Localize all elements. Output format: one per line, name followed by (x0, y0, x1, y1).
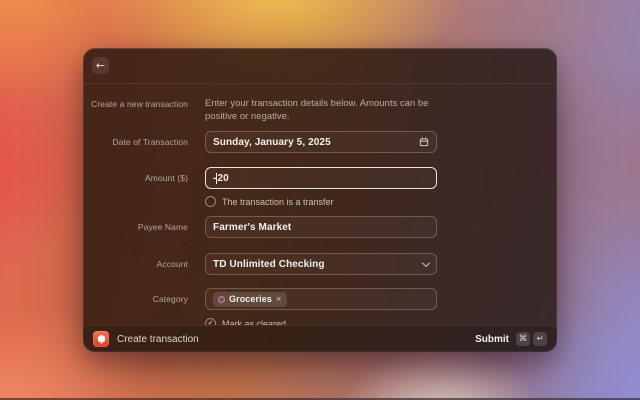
category-color-dot-icon (218, 296, 225, 303)
form-body: Create a new transaction Enter your tran… (83, 84, 557, 325)
amount-label: Amount ($) (83, 173, 188, 183)
chevron-down-icon (422, 258, 430, 266)
transfer-checkbox[interactable] (205, 196, 216, 207)
calendar-icon (419, 137, 429, 147)
category-chip: Groceries × (213, 292, 287, 307)
chip-remove-icon[interactable]: × (276, 295, 281, 304)
window-header: ← (83, 48, 557, 84)
desktop-background: ← Create a new transaction Enter your tr… (0, 0, 640, 400)
shortcut-keys: ⌘ ↵ (516, 332, 547, 346)
intro-description: Enter your transaction details below. Am… (205, 98, 437, 123)
intro-label: Create a new transaction (83, 99, 188, 109)
raycast-window: ← Create a new transaction Enter your tr… (83, 48, 557, 352)
account-row: Account TD Unlimited Checking (83, 253, 557, 275)
payee-value: Farmer's Market (213, 222, 429, 233)
submit-label: Submit (475, 334, 509, 345)
intro-row: Create a new transaction Enter your tran… (83, 98, 557, 123)
back-button[interactable]: ← (92, 57, 109, 74)
action-bar: Create transaction Submit ⌘ ↵ (83, 325, 557, 352)
command-title: Create transaction (117, 334, 199, 345)
payee-label: Payee Name (83, 222, 188, 232)
date-input[interactable]: Sunday, January 5, 2025 (205, 131, 437, 153)
intro-description-line2: positive or negative. (205, 111, 437, 124)
intro-description-line1: Enter your transaction details below. Am… (205, 98, 437, 111)
transfer-row: The transaction is a transfer (83, 196, 557, 207)
account-value: TD Unlimited Checking (213, 259, 423, 270)
cleared-row: ✓ Mark as cleared (83, 318, 557, 325)
date-value: Sunday, January 5, 2025 (213, 137, 419, 148)
category-chip-label: Groceries (229, 294, 272, 304)
transfer-checkbox-label[interactable]: The transaction is a transfer (222, 197, 334, 207)
account-label: Account (83, 259, 188, 269)
date-label: Date of Transaction (83, 137, 188, 147)
category-row: Category Groceries × (83, 288, 557, 310)
arrow-left-icon: ← (96, 60, 105, 71)
cleared-checkbox[interactable]: ✓ (205, 318, 216, 325)
payee-row: Payee Name Farmer's Market (83, 216, 557, 238)
payee-input[interactable]: Farmer's Market (205, 216, 437, 238)
category-input[interactable]: Groceries × (205, 288, 437, 310)
amount-input[interactable]: -20 (205, 167, 437, 189)
date-row: Date of Transaction Sunday, January 5, 2… (83, 131, 557, 153)
account-select[interactable]: TD Unlimited Checking (205, 253, 437, 275)
category-label: Category (83, 294, 188, 304)
amount-row: Amount ($) -20 (83, 167, 557, 189)
lunch-money-logo-icon (93, 331, 109, 347)
return-key-icon: ↵ (533, 332, 547, 346)
submit-button[interactable]: Submit ⌘ ↵ (475, 332, 547, 346)
command-key-icon: ⌘ (516, 332, 530, 346)
amount-value-after-caret: 20 (217, 173, 228, 184)
